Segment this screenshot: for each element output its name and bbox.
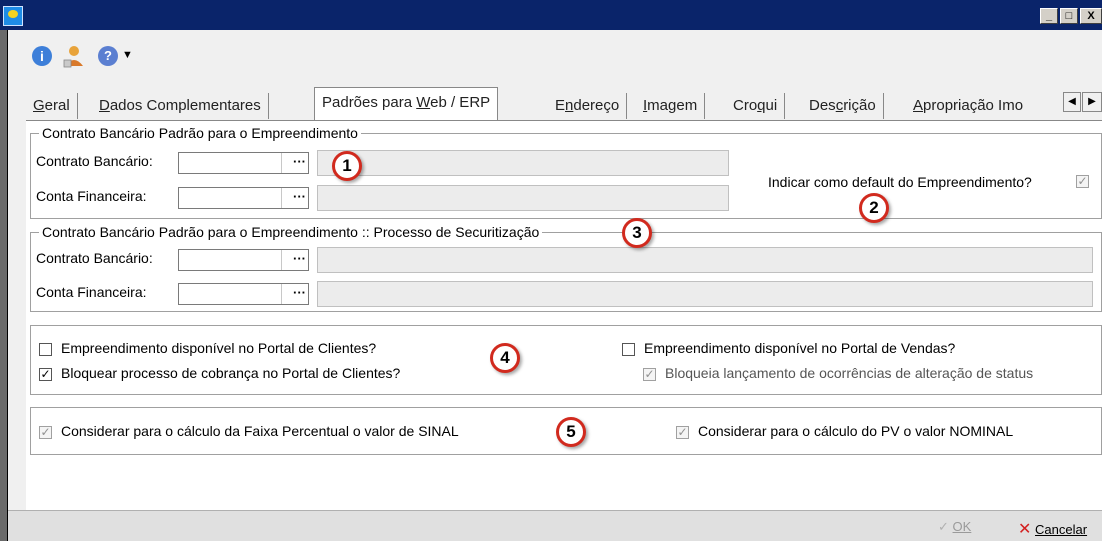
- portal-clientes-label: Empreendimento disponível no Portal de C…: [61, 340, 377, 356]
- default-empreendimento-label: Indicar como default do Empreendimento?: [768, 174, 1032, 190]
- maximize-button[interactable]: □: [1060, 8, 1078, 24]
- annotation-badge-3: 3: [622, 218, 652, 248]
- faixa-sinal-checkbox[interactable]: ✓: [39, 426, 52, 439]
- conta-financeira-label: Conta Financeira:: [36, 188, 147, 204]
- bloqueia-ocorrencias-checkbox[interactable]: ✓: [643, 368, 656, 381]
- tab-scroll-left-button[interactable]: ◀: [1063, 92, 1081, 112]
- group-contrato-padrao-legend: Contrato Bancário Padrão para o Empreend…: [39, 125, 361, 141]
- faixa-sinal-label: Considerar para o cálculo da Faixa Perce…: [61, 423, 459, 439]
- annotation-badge-4: 4: [490, 343, 520, 373]
- group-contrato-padrao: Contrato Bancário Padrão para o Empreend…: [30, 125, 1102, 219]
- portal-vendas-checkbox[interactable]: [622, 343, 635, 356]
- tab-padroes-web-erp[interactable]: Padrões para Web / ERP: [314, 87, 499, 122]
- lookup-button[interactable]: ···: [293, 188, 306, 206]
- group-securitizacao-legend: Contrato Bancário Padrão para o Empreend…: [39, 224, 543, 240]
- tab-scroll-right-button[interactable]: ▶: [1082, 92, 1102, 112]
- tab-apropriacao[interactable]: Apropriação Imo: [906, 93, 1058, 119]
- ok-button[interactable]: ✓ OK: [938, 519, 971, 535]
- conta-financeira-input[interactable]: ···: [178, 187, 309, 209]
- window-left-border: [0, 30, 8, 541]
- annotation-badge-5: 5: [556, 417, 586, 447]
- footer-bar: ✓ OK ✕ Cancelar: [8, 510, 1102, 541]
- lookup-button[interactable]: ···: [293, 284, 306, 302]
- chevron-down-icon[interactable]: ▼: [122, 49, 133, 61]
- portal-clientes-checkbox[interactable]: [39, 343, 52, 356]
- contrato-bancario-input[interactable]: ···: [178, 152, 309, 174]
- bloquear-cobranca-label: Bloquear processo de cobrança no Portal …: [61, 365, 401, 381]
- pv-nominal-label: Considerar para o cálculo do PV o valor …: [698, 423, 1014, 439]
- pv-nominal-checkbox[interactable]: ✓: [676, 426, 689, 439]
- ok-label: OK: [952, 519, 972, 534]
- contrato-bancario-sec-input[interactable]: ···: [178, 249, 309, 271]
- help-icon[interactable]: ?: [98, 46, 118, 66]
- group-portais: Empreendimento disponível no Portal de C…: [30, 325, 1102, 395]
- tab-croqui[interactable]: Croqui: [726, 93, 786, 119]
- contrato-bancario-label: Contrato Bancário:: [36, 153, 153, 169]
- info-icon[interactable]: i: [32, 46, 52, 66]
- app-icon: [3, 6, 23, 26]
- user-icon[interactable]: [62, 44, 86, 68]
- conta-financeira-sec-input[interactable]: ···: [178, 283, 309, 305]
- conta-financeira-sec-description: [317, 281, 1093, 307]
- contrato-bancario-sec-label: Contrato Bancário:: [36, 250, 153, 266]
- title-bar: _ □ X: [0, 0, 1102, 30]
- cancel-x-icon: ✕: [1018, 521, 1032, 538]
- contrato-bancario-sec-description: [317, 247, 1093, 273]
- conta-financeira-description: [317, 185, 729, 211]
- contrato-bancario-description: [317, 150, 729, 176]
- annotation-badge-1: 1: [332, 151, 362, 181]
- portal-vendas-label: Empreendimento disponível no Portal de V…: [644, 340, 956, 356]
- tab-geral[interactable]: Geral: [26, 93, 78, 119]
- cancel-label: Cancelar: [1035, 522, 1088, 537]
- lookup-button[interactable]: ···: [293, 153, 306, 171]
- check-icon: ✓: [938, 519, 949, 534]
- minimize-button[interactable]: _: [1040, 8, 1058, 24]
- tab-panel-padroes: Contrato Bancário Padrão para o Empreend…: [26, 120, 1102, 511]
- annotation-badge-2: 2: [859, 193, 889, 223]
- tab-descricao[interactable]: Descrição: [802, 93, 884, 119]
- conta-financeira-sec-label: Conta Financeira:: [36, 284, 147, 300]
- tab-dados-complementares[interactable]: Dados Complementares: [92, 93, 269, 119]
- group-securitizacao: Contrato Bancário Padrão para o Empreend…: [30, 224, 1102, 312]
- tab-imagem[interactable]: Imagem: [636, 93, 706, 119]
- toolbar: i ? ▼: [8, 30, 1102, 86]
- close-button[interactable]: X: [1080, 8, 1102, 24]
- tab-strip: Geral Dados Complementares Padrões para …: [26, 87, 1102, 122]
- default-empreendimento-checkbox[interactable]: ✓: [1076, 175, 1089, 188]
- bloquear-cobranca-checkbox[interactable]: ✓: [39, 368, 52, 381]
- tab-endereco[interactable]: Endereço: [548, 93, 628, 119]
- cancel-button[interactable]: ✕ Cancelar: [1018, 519, 1087, 539]
- lookup-button[interactable]: ···: [293, 250, 306, 268]
- bloqueia-ocorrencias-label: Bloqueia lançamento de ocorrências de al…: [665, 365, 1034, 381]
